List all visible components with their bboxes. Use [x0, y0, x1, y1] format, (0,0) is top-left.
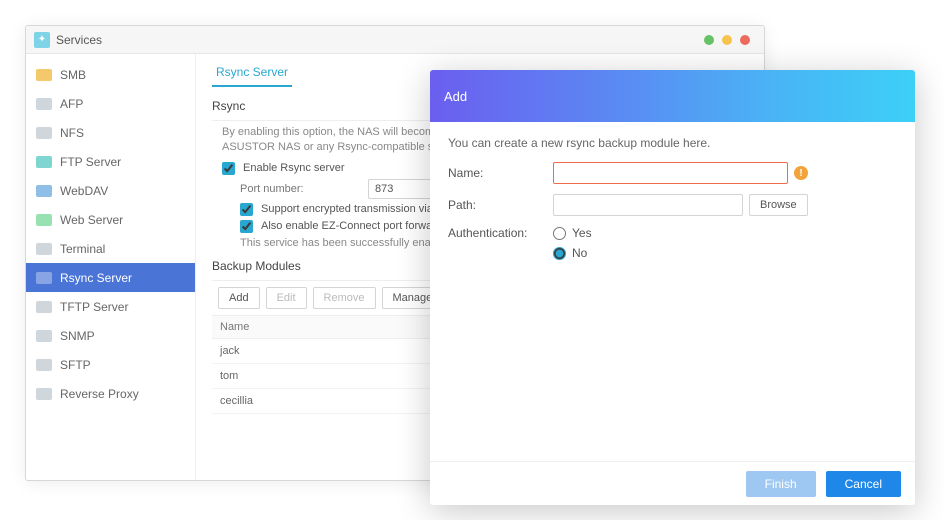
auth-yes-option[interactable]: Yes — [553, 226, 592, 240]
ezconnect-checkbox[interactable] — [240, 220, 253, 233]
folder-icon — [36, 127, 52, 139]
titlebar[interactable]: ✦ Services — [26, 26, 764, 54]
sidebar-item-snmp[interactable]: SNMP — [26, 321, 195, 350]
sidebar-item-label: WebDAV — [60, 184, 108, 198]
sidebar-item-terminal[interactable]: Terminal — [26, 234, 195, 263]
sidebar-item-rsync[interactable]: Rsync Server — [26, 263, 195, 292]
ezconnect-label: Also enable EZ-Connect port forwarding — [261, 220, 457, 232]
add-button[interactable]: Add — [218, 287, 260, 309]
sidebar-item-label: SMB — [60, 68, 86, 82]
sidebar-item-label: Terminal — [60, 242, 105, 256]
auth-no-label: No — [572, 246, 587, 260]
sidebar-item-label: Reverse Proxy — [60, 387, 139, 401]
sidebar-item-webdav[interactable]: WebDAV — [26, 176, 195, 205]
rsync-icon — [36, 272, 52, 284]
window-controls — [704, 35, 756, 45]
web-icon — [36, 214, 52, 226]
dialog-title: Add — [430, 70, 915, 122]
window-title: Services — [56, 33, 102, 47]
finish-button[interactable]: Finish — [746, 471, 816, 497]
add-module-dialog: Add You can create a new rsync backup mo… — [430, 70, 915, 505]
sidebar-item-nfs[interactable]: NFS — [26, 118, 195, 147]
terminal-icon — [36, 243, 52, 255]
sidebar-item-tftp[interactable]: TFTP Server — [26, 292, 195, 321]
path-input[interactable] — [553, 194, 743, 216]
sidebar-item-webserver[interactable]: Web Server — [26, 205, 195, 234]
ssh-checkbox[interactable] — [240, 203, 253, 216]
sidebar: SMB AFP NFS FTP Server WebDAV Web Server… — [26, 54, 196, 480]
maximize-icon[interactable] — [722, 35, 732, 45]
folder-icon — [36, 69, 52, 81]
dialog-intro: You can create a new rsync backup module… — [448, 136, 897, 150]
sidebar-item-afp[interactable]: AFP — [26, 89, 195, 118]
sidebar-item-label: SNMP — [60, 329, 95, 343]
sidebar-item-smb[interactable]: SMB — [26, 60, 195, 89]
tab-rsync-server[interactable]: Rsync Server — [212, 62, 292, 87]
sidebar-item-label: FTP Server — [60, 155, 121, 169]
sidebar-item-label: Rsync Server — [60, 271, 132, 285]
sidebar-item-label: Web Server — [60, 213, 123, 227]
col-name[interactable]: Name — [212, 315, 426, 338]
sidebar-item-reverse-proxy[interactable]: Reverse Proxy — [26, 379, 195, 408]
auth-label: Authentication: — [448, 226, 553, 240]
cancel-button[interactable]: Cancel — [826, 471, 901, 497]
cell-name: tom — [212, 363, 426, 388]
browse-button[interactable]: Browse — [749, 194, 808, 216]
sidebar-item-ftp[interactable]: FTP Server — [26, 147, 195, 176]
auth-yes-radio[interactable] — [553, 227, 566, 240]
sidebar-item-label: AFP — [60, 97, 83, 111]
port-label: Port number: — [240, 183, 360, 195]
folder-icon — [36, 98, 52, 110]
proxy-icon — [36, 388, 52, 400]
remove-button: Remove — [313, 287, 376, 309]
webdav-icon — [36, 185, 52, 197]
name-input[interactable] — [553, 162, 788, 184]
sidebar-item-label: NFS — [60, 126, 84, 140]
ssh-label: Support encrypted transmission via SSH — [261, 203, 458, 215]
enable-rsync-checkbox[interactable] — [222, 162, 235, 175]
name-label: Name: — [448, 166, 553, 180]
sftp-icon — [36, 359, 52, 371]
cell-name: jack — [212, 338, 426, 363]
warning-icon: ! — [794, 166, 808, 180]
snmp-icon — [36, 330, 52, 342]
enable-rsync-label: Enable Rsync server — [243, 162, 345, 174]
auth-no-option[interactable]: No — [553, 246, 592, 260]
close-icon[interactable] — [740, 35, 750, 45]
auth-yes-label: Yes — [572, 226, 592, 240]
path-label: Path: — [448, 198, 553, 212]
sidebar-item-label: SFTP — [60, 358, 91, 372]
auth-no-radio[interactable] — [553, 247, 566, 260]
services-icon: ✦ — [34, 32, 50, 48]
sidebar-item-label: TFTP Server — [60, 300, 128, 314]
ftp-icon — [36, 156, 52, 168]
sidebar-item-sftp[interactable]: SFTP — [26, 350, 195, 379]
cell-name: cecillia — [212, 388, 426, 413]
minimize-icon[interactable] — [704, 35, 714, 45]
tftp-icon — [36, 301, 52, 313]
edit-button: Edit — [266, 287, 307, 309]
